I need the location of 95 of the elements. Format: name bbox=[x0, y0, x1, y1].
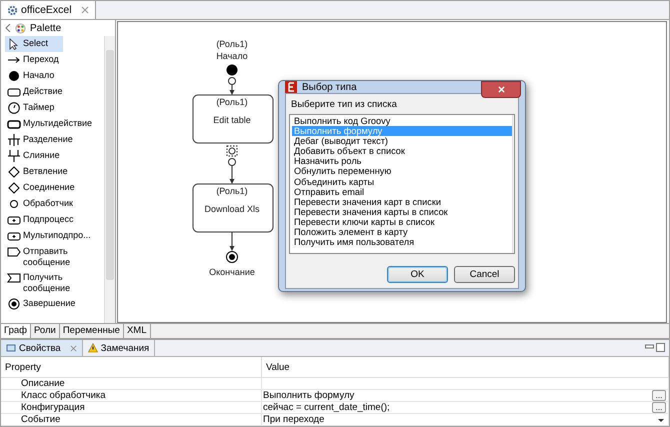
property-name: Событие bbox=[1, 414, 262, 426]
list-item[interactable]: Объединить карты bbox=[292, 176, 512, 187]
editor-tab[interactable]: officeExcel bbox=[1, 1, 96, 19]
list-item[interactable]: Назначить роль bbox=[292, 156, 512, 166]
list-item[interactable]: Получить имя пользователя bbox=[292, 237, 512, 248]
dialog-title: Выбор типа bbox=[302, 82, 357, 92]
close-icon[interactable] bbox=[80, 6, 89, 14]
join-icon bbox=[7, 150, 21, 162]
palette-item[interactable]: Соединение bbox=[5, 180, 104, 196]
window-controls-icon[interactable] bbox=[645, 343, 665, 352]
subprocess-icon bbox=[7, 214, 21, 226]
list-item[interactable]: Положить элемент в карту bbox=[292, 227, 512, 238]
property-name: Конфигурация bbox=[1, 402, 262, 414]
transition-arrow[interactable] bbox=[230, 84, 234, 95]
connection-point-icon bbox=[228, 158, 236, 166]
palette-item[interactable]: Select bbox=[5, 36, 63, 52]
task-label: Edit table bbox=[213, 115, 251, 125]
end-icon bbox=[7, 298, 21, 310]
list-item[interactable]: Обнулить переменную bbox=[292, 166, 512, 177]
palette-title: Palette bbox=[30, 22, 62, 34]
receive-icon bbox=[7, 272, 21, 284]
task-label: Download Xls bbox=[204, 204, 260, 214]
selection-handle-icon bbox=[226, 146, 238, 156]
end-node[interactable] bbox=[226, 251, 238, 263]
page-tab[interactable]: Граф bbox=[1, 324, 31, 338]
palette-item[interactable]: Мультиподпро... bbox=[5, 228, 104, 244]
transition-arrow[interactable] bbox=[230, 165, 234, 184]
view-tab[interactable]: Свойства bbox=[1, 340, 83, 356]
close-button[interactable] bbox=[481, 81, 521, 98]
warning-icon bbox=[88, 343, 98, 353]
palette-item[interactable]: Завершение bbox=[5, 296, 104, 312]
property-value[interactable]: При переходе bbox=[263, 414, 324, 425]
app-icon bbox=[285, 81, 297, 93]
palette-item[interactable]: Действие bbox=[5, 84, 104, 100]
property-name: Класс обработчика bbox=[1, 390, 262, 402]
task-node[interactable] bbox=[192, 184, 274, 232]
start-node[interactable] bbox=[226, 64, 238, 76]
list-item[interactable]: Отправить email bbox=[292, 186, 512, 197]
gear-icon bbox=[7, 4, 18, 16]
editor-title: officeExcel bbox=[21, 4, 72, 16]
subprocess-icon bbox=[7, 230, 21, 242]
diamond-icon bbox=[7, 166, 21, 178]
handler-icon bbox=[7, 198, 21, 210]
dialog-button[interactable]: OK bbox=[387, 266, 448, 283]
close-icon[interactable] bbox=[70, 344, 77, 352]
dialog-button[interactable]: Cancel bbox=[454, 266, 515, 283]
view-tab[interactable]: Замечания bbox=[82, 340, 156, 356]
timer-icon bbox=[7, 102, 21, 114]
palette-item[interactable]: Подпроцесс bbox=[5, 212, 104, 228]
start-label: Начало bbox=[216, 51, 248, 61]
role-label: (Роль1) bbox=[216, 186, 248, 196]
list-item[interactable]: Дебаг (выводит текст) bbox=[292, 136, 512, 146]
list-item[interactable]: Добавить объект в список bbox=[292, 146, 512, 156]
palette-item[interactable]: Отправить сообщение bbox=[5, 244, 104, 270]
palette-item[interactable]: Обработчик bbox=[5, 196, 104, 212]
list-item[interactable]: Выполнить код Groovy bbox=[292, 116, 512, 126]
end-label: Окончание bbox=[209, 267, 255, 277]
role-label: (Роль1) bbox=[216, 39, 248, 49]
palette-item[interactable]: Получить сообщение bbox=[5, 270, 104, 296]
task-node[interactable] bbox=[192, 94, 274, 144]
palette-item[interactable]: Мультидействие bbox=[5, 116, 104, 132]
multiaction-icon bbox=[7, 118, 21, 130]
list-item[interactable]: Перевести значения карты в список bbox=[292, 206, 512, 217]
list-item[interactable]: Перевести значения карт в списки bbox=[292, 196, 512, 207]
scrollbar[interactable] bbox=[104, 36, 115, 323]
column-header[interactable]: Value bbox=[262, 357, 668, 378]
palette-item[interactable]: Разделение bbox=[5, 132, 104, 148]
browse-button[interactable]: ... bbox=[652, 390, 666, 401]
property-value[interactable]: Выполнить формулу bbox=[263, 390, 354, 401]
list-item[interactable]: Перевести ключи карты в список bbox=[292, 216, 512, 228]
scrollbar[interactable] bbox=[512, 115, 514, 253]
palette-item[interactable]: Таймер bbox=[5, 100, 104, 116]
send-icon bbox=[7, 246, 21, 258]
properties-icon bbox=[6, 343, 16, 353]
property-value[interactable]: сейчас = current_date_time(); bbox=[263, 402, 390, 413]
connection-point-icon bbox=[228, 77, 236, 85]
property-name: Описание bbox=[1, 378, 262, 390]
palette-item[interactable]: Ветвление bbox=[5, 164, 104, 180]
browse-button[interactable]: ... bbox=[652, 402, 666, 413]
palette-icon bbox=[15, 22, 26, 34]
transition-arrow[interactable] bbox=[230, 232, 234, 251]
palette-item[interactable]: Слияние bbox=[5, 148, 104, 164]
palette-item[interactable]: Переход bbox=[5, 52, 104, 68]
fork-icon bbox=[7, 134, 21, 146]
start-icon bbox=[7, 70, 21, 82]
dialog-prompt: Выберите тип из списка bbox=[291, 99, 398, 110]
role-label: (Роль1) bbox=[216, 97, 248, 107]
close-icon bbox=[498, 86, 504, 93]
action-icon bbox=[7, 86, 21, 98]
select-icon bbox=[7, 38, 21, 50]
column-header[interactable]: Property bbox=[1, 357, 262, 378]
collapse-icon[interactable] bbox=[5, 24, 11, 32]
palette-item[interactable]: Начало bbox=[5, 68, 104, 84]
diamond-icon bbox=[7, 182, 21, 194]
arrow-icon bbox=[7, 54, 21, 66]
